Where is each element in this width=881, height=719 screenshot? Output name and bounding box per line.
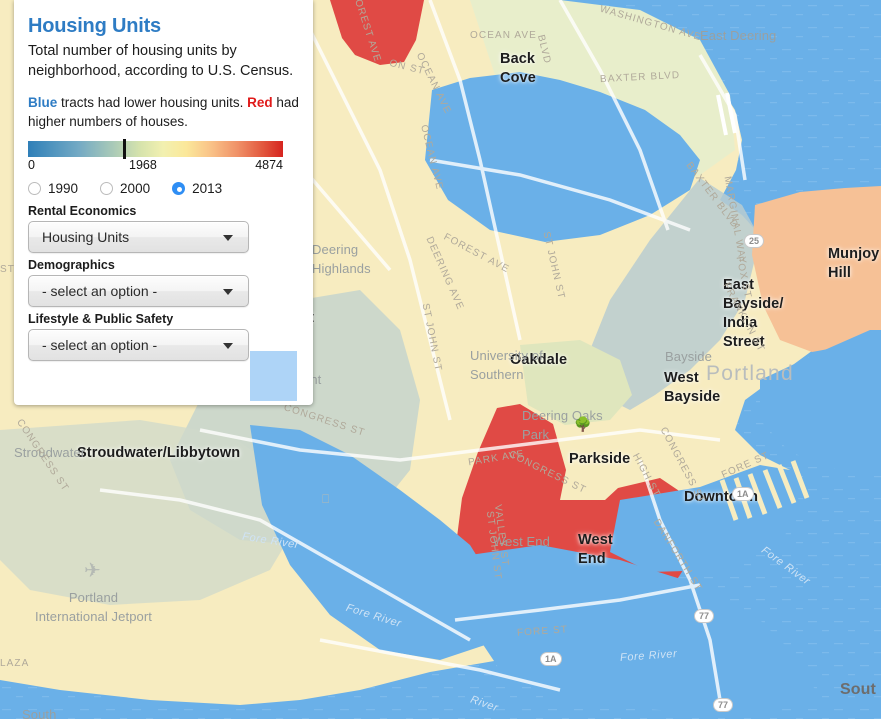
airport-icon: ✈ xyxy=(84,560,101,582)
select-lifestyle-public-safety[interactable]: - select an option - xyxy=(28,329,249,361)
legend-tick-labels: 0 1968 4874 xyxy=(28,157,283,175)
basemap-label-bayside: Bayside xyxy=(665,349,712,364)
radio-dot-2000[interactable] xyxy=(100,182,114,195)
map-label-stroudwater-libbytown: Stroudwater/Libbytown xyxy=(77,445,241,461)
info-panel: Housing Units Total number of housing un… xyxy=(14,0,313,405)
map-label-munjoy-hill: Munjoy Hill xyxy=(828,246,880,281)
legend-note-middle: tracts had lower housing units. xyxy=(57,95,248,110)
field-label-lifestyle-public-safety: Lifestyle & Public Safety xyxy=(28,312,174,326)
selection-highlight-block xyxy=(250,351,297,401)
legend-note: Blue tracts had lower housing units. Red… xyxy=(28,93,299,131)
map-label-west-end: West End xyxy=(578,532,613,567)
legend-tick-marker xyxy=(123,139,126,159)
select-demographics[interactable]: - select an option - xyxy=(28,275,249,307)
legend-gradient xyxy=(28,141,283,157)
radio-dot-2013[interactable] xyxy=(172,182,186,195)
basemap-label-portland: Portland xyxy=(706,362,794,385)
basemap-label-portland-jetport: Portland International Jetport xyxy=(35,590,153,624)
basemap-label-university-southern-maine: University of Southern xyxy=(470,348,543,382)
basemap-label-south: South xyxy=(22,707,57,719)
street-label-ocean-ave-1: OCEAN AVE xyxy=(470,30,537,41)
legend-max-value: 4874 xyxy=(255,158,283,172)
street-label-laza: LAZA xyxy=(0,658,30,669)
street-label-st: ST xyxy=(0,264,15,275)
field-label-rental-economics: Rental Economics xyxy=(28,204,137,218)
select-value-rental-economics: Housing Units xyxy=(42,229,130,245)
select-rental-economics[interactable]: Housing Units xyxy=(28,221,249,253)
route-shield-77-a: 77 xyxy=(694,609,715,623)
year-radio-2000[interactable]: 2000 xyxy=(100,181,150,196)
year-radio-2013[interactable]: 2013 xyxy=(172,181,222,196)
map-label-back-cove: Back Cove xyxy=(500,51,536,86)
legend-note-red-word: Red xyxy=(247,95,273,110)
chevron-down-icon xyxy=(223,343,233,349)
color-legend: 0 1968 4874 xyxy=(28,139,299,175)
map-label-parkside: Parkside xyxy=(569,451,631,467)
basemap-label-south-portland: Sout xyxy=(840,681,876,698)
route-shield-77-b: 77 xyxy=(713,698,734,712)
legend-mid-value: 1968 xyxy=(129,158,157,172)
legend-gradient-bar xyxy=(28,139,283,159)
year-label-2000: 2000 xyxy=(120,181,151,196)
select-value-demographics: - select an option - xyxy=(42,283,158,299)
year-radio-group: 1990 2000 2013 xyxy=(28,181,299,196)
app-root: Back Cove Munjoy Hill East Bayside/ Indi… xyxy=(0,0,881,719)
panel-description: Total number of housing units by neighbo… xyxy=(28,43,294,79)
basemap-label-east-deering: East Deering xyxy=(700,28,777,43)
year-label-2013: 2013 xyxy=(192,181,223,196)
field-label-demographics: Demographics xyxy=(28,258,115,272)
basemap-label-deering-highlands: Deering Highlands xyxy=(312,242,371,276)
route-shield-1a-a: 1A xyxy=(540,652,562,666)
chevron-down-icon xyxy=(223,235,233,241)
park-tree-icon: 🌳 xyxy=(574,416,592,432)
route-shield-25: 25 xyxy=(744,234,765,248)
radio-dot-1990[interactable] xyxy=(28,182,41,195)
legend-min-value: 0 xyxy=(28,158,35,172)
chevron-down-icon xyxy=(223,289,233,295)
year-label-1990: 1990 xyxy=(48,181,79,196)
legend-note-blue-word: Blue xyxy=(28,95,58,110)
year-radio-1990[interactable]: 1990 xyxy=(28,181,78,196)
select-value-lifestyle-public-safety: - select an option - xyxy=(42,337,158,353)
route-shield-1a-b: 1A xyxy=(732,487,754,501)
train-icon: ⎕ xyxy=(322,492,330,506)
page-title: Housing Units xyxy=(28,15,161,37)
